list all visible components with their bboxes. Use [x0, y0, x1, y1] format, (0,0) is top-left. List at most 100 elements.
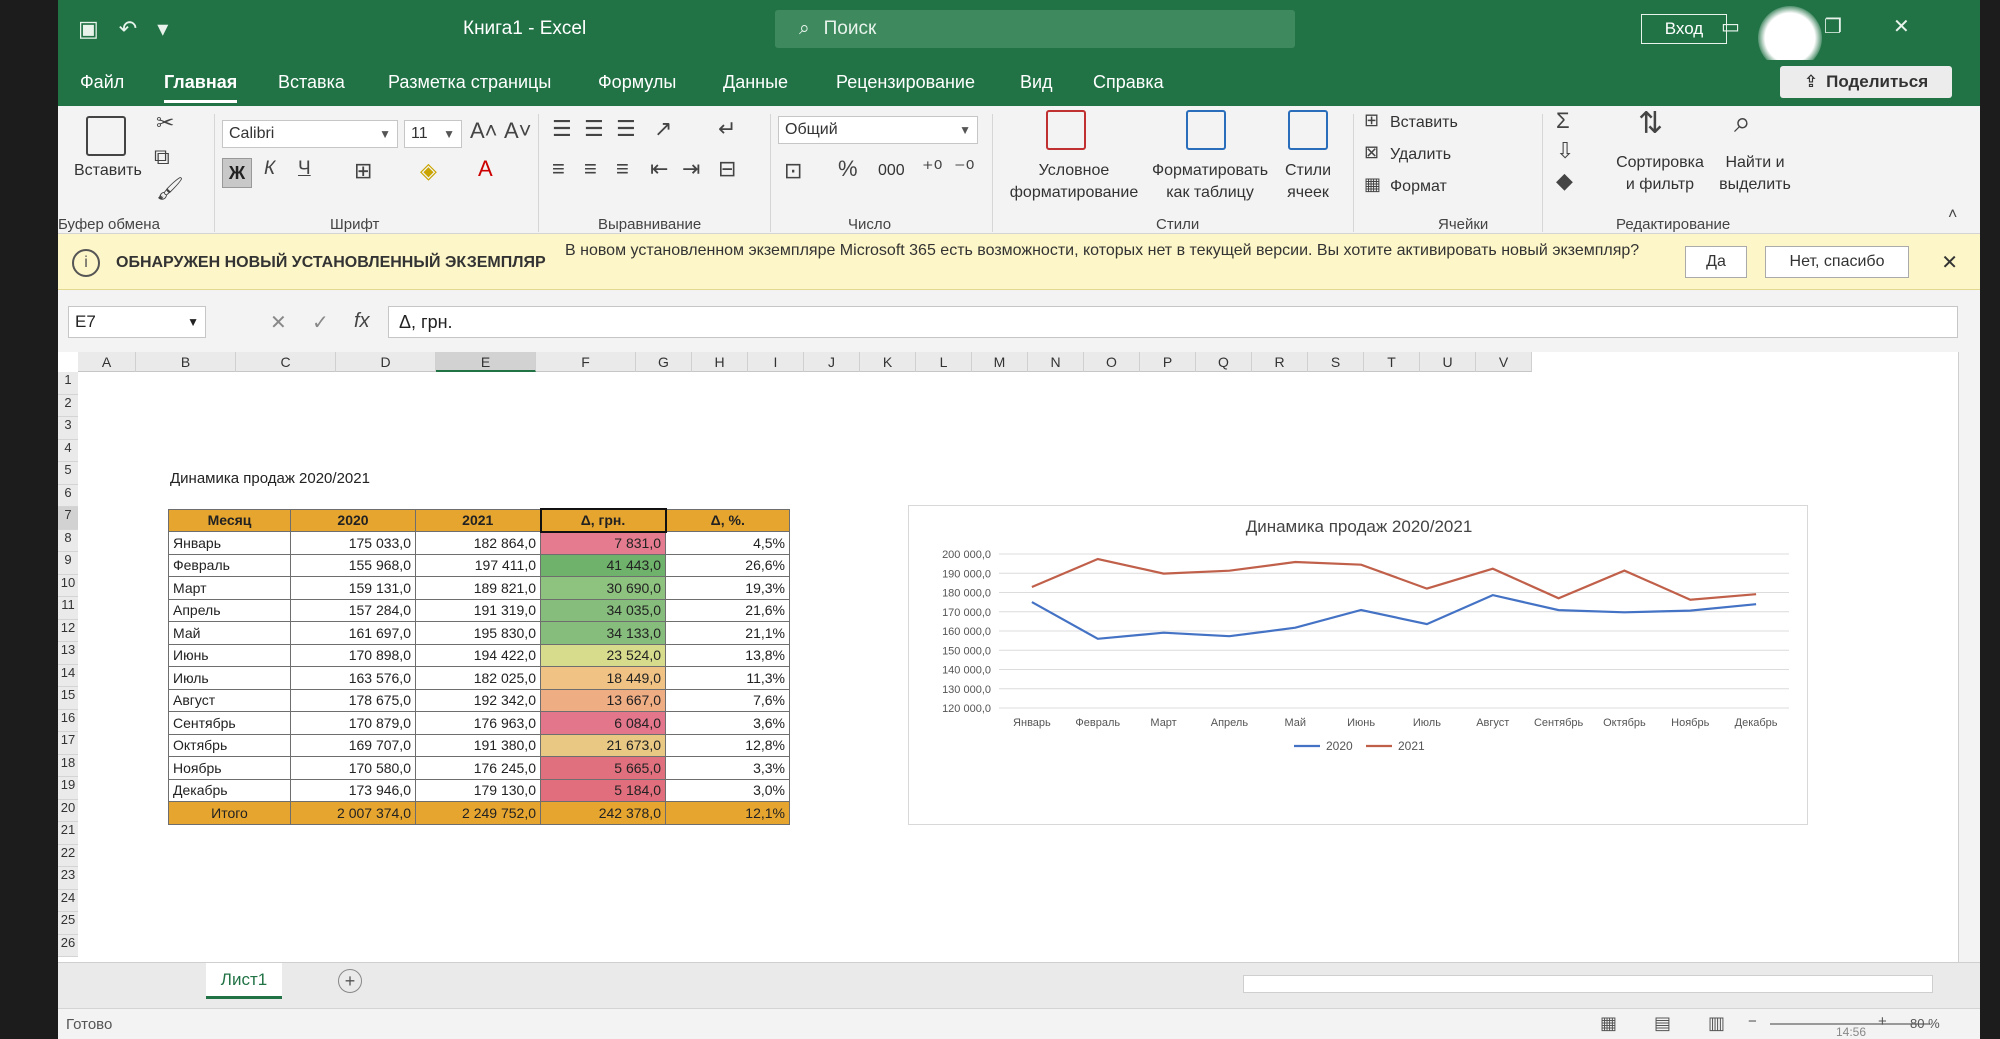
total-cell[interactable]: 242 378,0	[540, 801, 666, 825]
paste-icon[interactable]	[86, 116, 126, 156]
month-cell[interactable]: Март	[168, 576, 291, 600]
value-cell[interactable]: 13,8%	[665, 643, 790, 667]
format-painter-icon[interactable]: 🖌	[156, 176, 184, 202]
row-header-9[interactable]: 9	[58, 552, 78, 575]
header-2020[interactable]: 2020	[290, 508, 416, 532]
table-title[interactable]: Динамика продаж 2020/2021	[170, 470, 370, 487]
find-select-button[interactable]: Найти и выделить	[1710, 152, 1800, 196]
column-header-t[interactable]: T	[1364, 352, 1420, 372]
name-box[interactable]: E7 ▼	[68, 306, 206, 338]
column-header-u[interactable]: U	[1420, 352, 1476, 372]
column-header-h[interactable]: H	[692, 352, 748, 372]
customize-qat-icon[interactable]: ▾	[157, 16, 168, 42]
month-cell[interactable]: Декабрь	[168, 778, 291, 802]
row-header-5[interactable]: 5	[58, 462, 78, 485]
value-cell[interactable]: 4,5%	[665, 531, 790, 555]
delta-cell[interactable]: 7 831,0	[540, 531, 666, 555]
insert-function-button[interactable]: fx	[354, 310, 370, 333]
tab-review[interactable]: Рецензирование	[836, 72, 975, 93]
column-header-q[interactable]: Q	[1196, 352, 1252, 372]
align-bottom-icon[interactable]: ☰	[616, 116, 636, 142]
value-cell[interactable]: 176 963,0	[415, 711, 541, 735]
restore-icon[interactable]: ❐	[1824, 14, 1842, 39]
row-header-8[interactable]: 8	[58, 529, 78, 552]
value-cell[interactable]: 19,3%	[665, 576, 790, 600]
month-cell[interactable]: Июль	[168, 666, 291, 690]
value-cell[interactable]: 161 697,0	[290, 621, 416, 645]
formula-input[interactable]: Δ, грн.	[388, 306, 1958, 338]
delta-cell[interactable]: 34 133,0	[540, 621, 666, 645]
value-cell[interactable]: 179 130,0	[415, 778, 541, 802]
font-color-icon[interactable]: A	[478, 156, 493, 182]
row-header-3[interactable]: 3	[58, 417, 78, 440]
align-top-icon[interactable]: ☰	[552, 116, 572, 142]
month-cell[interactable]: Ноябрь	[168, 756, 291, 780]
value-cell[interactable]: 11,3%	[665, 666, 790, 690]
percent-button[interactable]: %	[838, 156, 858, 182]
page-layout-view-icon[interactable]: ▤	[1654, 1013, 1671, 1034]
total-cell[interactable]: 12,1%	[665, 801, 790, 825]
clear-icon[interactable]: ◆	[1556, 168, 1573, 194]
value-cell[interactable]: 3,0%	[665, 778, 790, 802]
column-header-b[interactable]: B	[136, 352, 236, 372]
value-cell[interactable]: 170 580,0	[290, 756, 416, 780]
sheet-tab-list1[interactable]: Лист1	[206, 963, 282, 999]
tab-view[interactable]: Вид	[1020, 72, 1053, 93]
tab-file[interactable]: Файл	[80, 72, 124, 93]
value-cell[interactable]: 178 675,0	[290, 688, 416, 712]
column-header-m[interactable]: M	[972, 352, 1028, 372]
row-header-20[interactable]: 20	[58, 799, 78, 822]
format-as-table-button[interactable]: Форматировать как таблицу	[1150, 160, 1270, 204]
row-header-13[interactable]: 13	[58, 642, 78, 665]
header-delta-uah[interactable]: Δ, грн.	[539, 508, 667, 533]
sort-filter-icon[interactable]: ⇅	[1638, 106, 1663, 141]
month-cell[interactable]: Январь	[168, 531, 291, 555]
value-cell[interactable]: 195 830,0	[415, 621, 541, 645]
value-cell[interactable]: 170 879,0	[290, 711, 416, 735]
delta-cell[interactable]: 30 690,0	[540, 576, 666, 600]
row-header-11[interactable]: 11	[58, 597, 78, 620]
row-header-19[interactable]: 19	[58, 777, 78, 800]
delta-cell[interactable]: 6 084,0	[540, 711, 666, 735]
copy-icon[interactable]: ⧉	[154, 144, 170, 170]
value-cell[interactable]: 170 898,0	[290, 643, 416, 667]
value-cell[interactable]: 169 707,0	[290, 733, 416, 757]
insert-cells-icon[interactable]: ⊞	[1364, 110, 1379, 131]
save-icon[interactable]: ▣	[78, 16, 99, 42]
row-header-17[interactable]: 17	[58, 732, 78, 755]
undo-icon[interactable]: ↶	[119, 16, 137, 42]
close-window-icon[interactable]: ✕	[1893, 14, 1910, 39]
column-header-o[interactable]: O	[1084, 352, 1140, 372]
column-header-d[interactable]: D	[336, 352, 436, 372]
decrease-font-icon[interactable]: A˅	[504, 118, 532, 144]
delete-cells-button[interactable]: Удалить	[1390, 146, 1451, 164]
font-name-select[interactable]: Calibri ▼	[222, 120, 398, 148]
row-header-10[interactable]: 10	[58, 574, 78, 597]
merge-center-icon[interactable]: ⊟	[718, 156, 736, 182]
align-left-icon[interactable]: ≡	[552, 156, 565, 182]
thousands-button[interactable]: 000	[878, 162, 905, 180]
row-header-25[interactable]: 25	[58, 912, 78, 935]
increase-decimal-icon[interactable]: ⁺⁰	[922, 156, 942, 182]
ribbon-display-icon[interactable]: ▭	[1721, 14, 1740, 39]
tab-home[interactable]: Главная	[164, 72, 238, 103]
value-cell[interactable]: 182 864,0	[415, 531, 541, 555]
add-sheet-button[interactable]: +	[338, 969, 362, 993]
column-header-c[interactable]: C	[236, 352, 336, 372]
underline-button[interactable]: Ч	[298, 158, 311, 180]
cut-icon[interactable]: ✂	[156, 110, 174, 136]
value-cell[interactable]: 159 131,0	[290, 576, 416, 600]
zoom-out-icon[interactable]: −	[1748, 1013, 1757, 1030]
search-box[interactable]: ⌕ Поиск	[775, 10, 1295, 48]
wrap-text-icon[interactable]: ↵	[718, 116, 736, 142]
month-cell[interactable]: Октябрь	[168, 733, 291, 757]
delta-cell[interactable]: 23 524,0	[540, 643, 666, 667]
number-format-select[interactable]: Общий ▼	[778, 116, 978, 144]
value-cell[interactable]: 189 821,0	[415, 576, 541, 600]
tab-data[interactable]: Данные	[723, 72, 788, 93]
value-cell[interactable]: 26,6%	[665, 553, 790, 577]
font-size-select[interactable]: 11 ▼	[404, 120, 462, 148]
total-cell[interactable]: 2 007 374,0	[290, 801, 416, 825]
value-cell[interactable]: 163 576,0	[290, 666, 416, 690]
row-header-12[interactable]: 12	[58, 619, 78, 642]
